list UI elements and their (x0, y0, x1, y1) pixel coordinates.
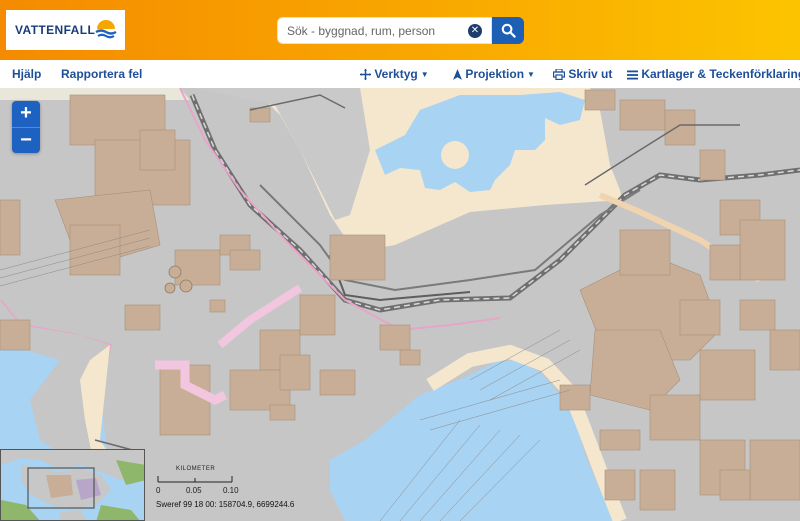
search-button[interactable] (492, 17, 524, 44)
print-label: Skriv ut (568, 67, 613, 81)
chevron-down-icon: ▼ (527, 70, 535, 79)
clear-icon[interactable]: ✕ (468, 24, 482, 38)
zoom-in-button[interactable]: + (12, 101, 40, 128)
chevron-down-icon: ▼ (420, 70, 429, 79)
report-error-link[interactable]: Rapportera fel (61, 60, 142, 88)
navigation-arrow-icon (453, 69, 462, 80)
search-input[interactable] (287, 18, 467, 43)
scale-bar: KILOMETER 0 0.05 0.10 Sweref 99 18 00: 1… (152, 462, 312, 520)
layers-label: Kartlager & Teckenförklaring (641, 67, 800, 81)
toolbar: Hjälp Rapportera fel Verktyg ▼ Projektion… (0, 60, 800, 89)
overview-image (1, 450, 144, 520)
search-icon (501, 23, 516, 38)
scale-tick-1: 0.05 (186, 486, 202, 495)
logo-mark-icon (95, 20, 117, 39)
vattenfall-logo[interactable]: VATTENFALL (6, 10, 125, 50)
tools-menu[interactable]: Verktyg ▼ (360, 60, 429, 88)
zoom-out-button[interactable]: − (12, 128, 40, 154)
projection-label: Projektion (465, 67, 525, 81)
printer-icon (553, 68, 566, 81)
app-header: VATTENFALL ✕ (0, 0, 800, 60)
layers-legend-button[interactable]: Kartlager & Teckenförklaring (627, 60, 800, 88)
print-button[interactable]: Skriv ut (553, 60, 612, 88)
overview-map[interactable] (0, 449, 145, 521)
crosshair-icon (360, 69, 371, 80)
scale-tick-0: 0 (156, 486, 161, 495)
coordinate-readout: Sweref 99 18 00: 158704.9, 6699244.6 (156, 500, 295, 509)
zoom-control: + − (12, 101, 40, 153)
list-icon (627, 70, 638, 80)
scale-tick-2: 0.10 (223, 486, 239, 495)
logo-text: VATTENFALL (15, 23, 96, 37)
projection-menu[interactable]: Projektion ▼ (453, 60, 535, 88)
help-link[interactable]: Hjälp (12, 60, 41, 88)
search-box: ✕ (277, 17, 492, 44)
tools-label: Verktyg (374, 67, 418, 81)
